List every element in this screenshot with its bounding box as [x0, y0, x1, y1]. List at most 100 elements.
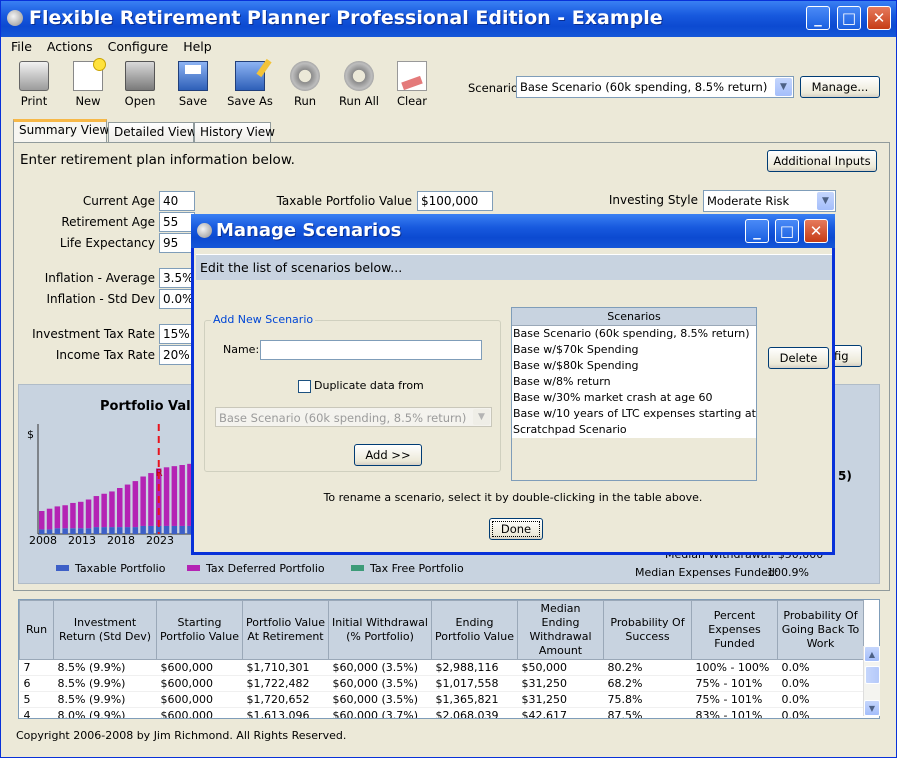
inflation-std-dev-label: Inflation - Std Dev — [46, 292, 155, 306]
close-button[interactable]: ✕ — [867, 6, 891, 30]
menu-actions[interactable]: Actions — [38, 37, 99, 54]
table-cell: 83% - 101% — [691, 707, 778, 718]
gears-icon — [344, 61, 374, 91]
menu-help[interactable]: Help — [174, 37, 218, 54]
done-button[interactable]: Done — [489, 518, 543, 540]
retirement-age-field[interactable]: 55 — [159, 212, 195, 232]
x-tick-label: 2013 — [68, 534, 96, 547]
column-header[interactable]: Starting Portfolio Value — [156, 600, 243, 660]
investment-tax-rate-field[interactable]: 15% — [159, 324, 195, 344]
taxable-portfolio-label: Taxable Portfolio Value — [276, 194, 412, 208]
life-expectancy-field[interactable]: 95 — [159, 233, 195, 253]
scenario-select[interactable]: Base Scenario (60k spending, 8.5% return… — [516, 76, 794, 98]
column-header[interactable]: Percent Expenses Funded — [691, 600, 778, 660]
scenario-list-item[interactable]: Base w/$80k Spending — [512, 358, 756, 374]
chevron-down-icon[interactable]: ▼ — [473, 409, 490, 425]
manage-scenarios-button[interactable]: Manage... — [800, 76, 880, 98]
scroll-thumb[interactable] — [865, 666, 880, 684]
dialog-maximize-button[interactable]: □ — [775, 219, 799, 243]
scenario-list-item[interactable]: Base w/30% market crash at age 60 — [512, 390, 756, 406]
column-header[interactable]: Median Ending Withdrawal Amount — [517, 600, 604, 660]
new-button[interactable]: New — [62, 58, 114, 108]
table-cell: 75% - 101% — [691, 691, 778, 708]
additional-inputs-button[interactable]: Additional Inputs — [767, 150, 877, 172]
rename-hint: To rename a scenario, select it by doubl… — [323, 491, 703, 504]
column-header[interactable]: Probability Of Success — [603, 600, 692, 660]
column-header[interactable]: Portfolio Value At Retirement — [242, 600, 329, 660]
dialog-minimize-button[interactable]: _ — [745, 219, 769, 243]
run-all-button[interactable]: Run All — [333, 61, 385, 108]
scenario-list-item[interactable]: Base w/10 years of LTC expenses starting… — [512, 406, 756, 422]
legend-swatch-taxable — [56, 565, 69, 571]
chevron-down-icon[interactable]: ▼ — [817, 192, 834, 210]
table-row[interactable]: 5 8.5% (9.9%) $600,000 $1,720,652 $60,000 (3… — [19, 691, 864, 708]
column-header[interactable]: Investment Return (Std Dev) — [53, 600, 157, 660]
income-tax-rate-field[interactable]: 20% — [159, 345, 195, 365]
dialog-instructions: Edit the list of scenarios below... — [196, 254, 832, 280]
table-cell: $1,365,821 — [431, 691, 518, 708]
clear-button[interactable]: Clear — [386, 61, 438, 108]
save-label: Save — [178, 94, 208, 108]
maximize-button[interactable]: □ — [837, 6, 861, 30]
legend-swatch-tax-free — [351, 565, 364, 571]
new-label: New — [75, 94, 101, 108]
column-header[interactable]: Probability Of Going Back To Work — [777, 600, 864, 660]
median-expenses-value: 100.9% — [767, 566, 809, 579]
delete-scenario-button[interactable]: Delete — [768, 347, 829, 369]
duplicate-source-select[interactable]: Base Scenario (60k spending, 8.5% return… — [215, 407, 492, 427]
print-button[interactable]: Print — [8, 61, 60, 108]
inflation-std-dev-field[interactable]: 0.0% — [159, 289, 195, 309]
investment-tax-rate-label: Investment Tax Rate — [32, 327, 155, 341]
table-cell: $42,617 — [517, 707, 604, 718]
menu-file[interactable]: File — [2, 37, 38, 54]
chevron-down-icon[interactable]: ▼ — [775, 78, 792, 96]
title-bar: Flexible Retirement Planner Professional… — [1, 1, 896, 37]
folder-icon — [125, 61, 155, 91]
scenario-list-item[interactable]: Base w/8% return — [512, 374, 756, 390]
run-button[interactable]: Run — [279, 61, 331, 108]
investing-style-select[interactable]: Moderate Risk ▼ — [703, 190, 836, 212]
bar-tax-deferred — [54, 506, 61, 529]
table-cell: $2,068,039 — [431, 707, 518, 718]
menu-configure[interactable]: Configure — [99, 37, 175, 54]
tab-summary-view[interactable]: Summary View — [13, 119, 109, 143]
scroll-up-icon[interactable]: ▲ — [864, 646, 880, 662]
scenario-label: Scenario: — [468, 81, 522, 95]
bar-tax-deferred — [140, 476, 146, 526]
bar-taxable — [93, 527, 100, 534]
table-row[interactable]: 6 8.5% (9.9%) $600,000 $1,722,482 $60,000 (3… — [19, 675, 864, 692]
table-row[interactable]: 4 8.0% (9.9%) $600,000 $1,613,096 $60,000 (3… — [19, 707, 864, 718]
eraser-icon — [397, 61, 427, 91]
current-age-field[interactable]: 40 — [159, 191, 195, 211]
table-row[interactable]: 7 8.5% (9.9%) $600,000 $1,710,301 $60,000 (3… — [19, 659, 864, 676]
inflation-average-field[interactable]: 3.5% — [159, 268, 195, 288]
tab-detailed-view[interactable]: Detailed View — [108, 122, 197, 143]
scenario-list-item[interactable]: Base w/$70k Spending — [512, 342, 756, 358]
table-scrollbar[interactable]: ▲ ▼ — [863, 646, 880, 716]
duplicate-checkbox[interactable] — [298, 380, 311, 393]
save-as-icon — [235, 61, 265, 91]
window-title: Flexible Retirement Planner Professional… — [29, 7, 663, 29]
dialog-close-button[interactable]: ✕ — [804, 219, 828, 243]
investing-style-value: Moderate Risk — [707, 194, 790, 208]
open-button[interactable]: Open — [114, 61, 166, 108]
minimize-button[interactable]: _ — [806, 6, 830, 30]
scenario-list-item[interactable]: Base Scenario (60k spending, 8.5% return… — [512, 326, 756, 342]
column-header[interactable]: Run — [19, 600, 54, 660]
save-as-button[interactable]: Save As — [224, 61, 276, 108]
taxable-portfolio-field[interactable]: $100,000 — [417, 191, 493, 211]
scenario-name-input[interactable] — [260, 340, 482, 360]
investing-style-label: Investing Style — [608, 193, 698, 207]
save-button[interactable]: Save — [167, 61, 219, 108]
table-cell: $31,250 — [517, 675, 604, 692]
tab-history-view[interactable]: History View — [194, 122, 275, 143]
column-header[interactable]: Ending Portfolio Value — [431, 600, 518, 660]
current-age-label: Current Age — [82, 194, 155, 208]
copyright-text: Copyright 2006-2008 by Jim Richmond. All… — [16, 729, 347, 742]
scroll-down-icon[interactable]: ▼ — [864, 700, 880, 716]
scenario-list-item[interactable]: Scratchpad Scenario — [512, 422, 756, 438]
add-scenario-button[interactable]: Add >> — [354, 444, 422, 466]
open-label: Open — [124, 94, 156, 108]
column-header[interactable]: Initial Withdrawal (% Portfolio) — [328, 600, 432, 660]
bar-tax-deferred — [101, 493, 107, 528]
